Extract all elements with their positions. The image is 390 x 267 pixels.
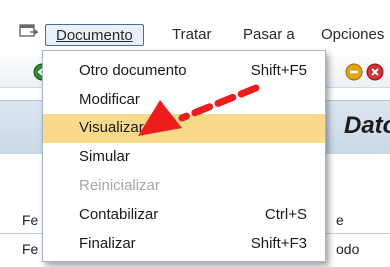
menu-item-label: Otro documento xyxy=(79,62,187,79)
content-title: Dato xyxy=(344,112,390,139)
menu-item-otro-documento[interactable]: Otro documento Shift+F5 xyxy=(43,57,325,86)
menu-documento[interactable]: Documento xyxy=(45,24,144,46)
menu-bar: Documento Tratar Pasar a Opciones xyxy=(0,0,390,48)
field-label-1: Fe xyxy=(22,212,39,228)
documento-dropdown: Otro documento Shift+F5 Modificar Visual… xyxy=(42,50,326,262)
menu-window-icon[interactable] xyxy=(19,24,39,40)
menu-item-reinicializar: Reinicializar xyxy=(43,172,325,201)
exit-icon[interactable] xyxy=(345,63,363,81)
menu-item-finalizar[interactable]: Finalizar Shift+F3 xyxy=(43,230,325,259)
field-label-2: Fe xyxy=(22,241,39,257)
menu-item-shortcut: Shift+F3 xyxy=(250,235,307,252)
menu-opciones-label: Opciones xyxy=(321,26,385,43)
menu-pasar-a[interactable]: Pasar a xyxy=(243,24,295,46)
menu-tratar[interactable]: Tratar xyxy=(172,24,211,46)
menu-pasar-a-label: Pasar a xyxy=(243,26,295,43)
cancel-icon[interactable] xyxy=(366,63,384,81)
annotation-arrow-icon xyxy=(138,84,260,136)
menu-item-shortcut: Shift+F5 xyxy=(250,62,307,79)
menu-item-simular[interactable]: Simular xyxy=(43,143,325,172)
menu-item-label: Contabilizar xyxy=(79,206,159,223)
menu-item-contabilizar[interactable]: Contabilizar Ctrl+S xyxy=(43,201,325,230)
menu-item-label: Simular xyxy=(79,148,130,165)
field-label-1-right: e xyxy=(336,212,344,228)
menu-item-label: Reinicializar xyxy=(79,177,160,194)
field-label-2-right: odo xyxy=(336,241,360,257)
menu-opciones[interactable]: Opciones xyxy=(321,24,384,46)
menu-tratar-label: Tratar xyxy=(172,26,212,43)
menu-documento-label: Documento xyxy=(56,27,133,44)
menu-item-label: Modificar xyxy=(79,91,140,108)
menu-item-label: Visualizar xyxy=(79,119,144,136)
menu-item-label: Finalizar xyxy=(79,235,136,252)
menu-item-shortcut: Ctrl+S xyxy=(264,206,307,223)
